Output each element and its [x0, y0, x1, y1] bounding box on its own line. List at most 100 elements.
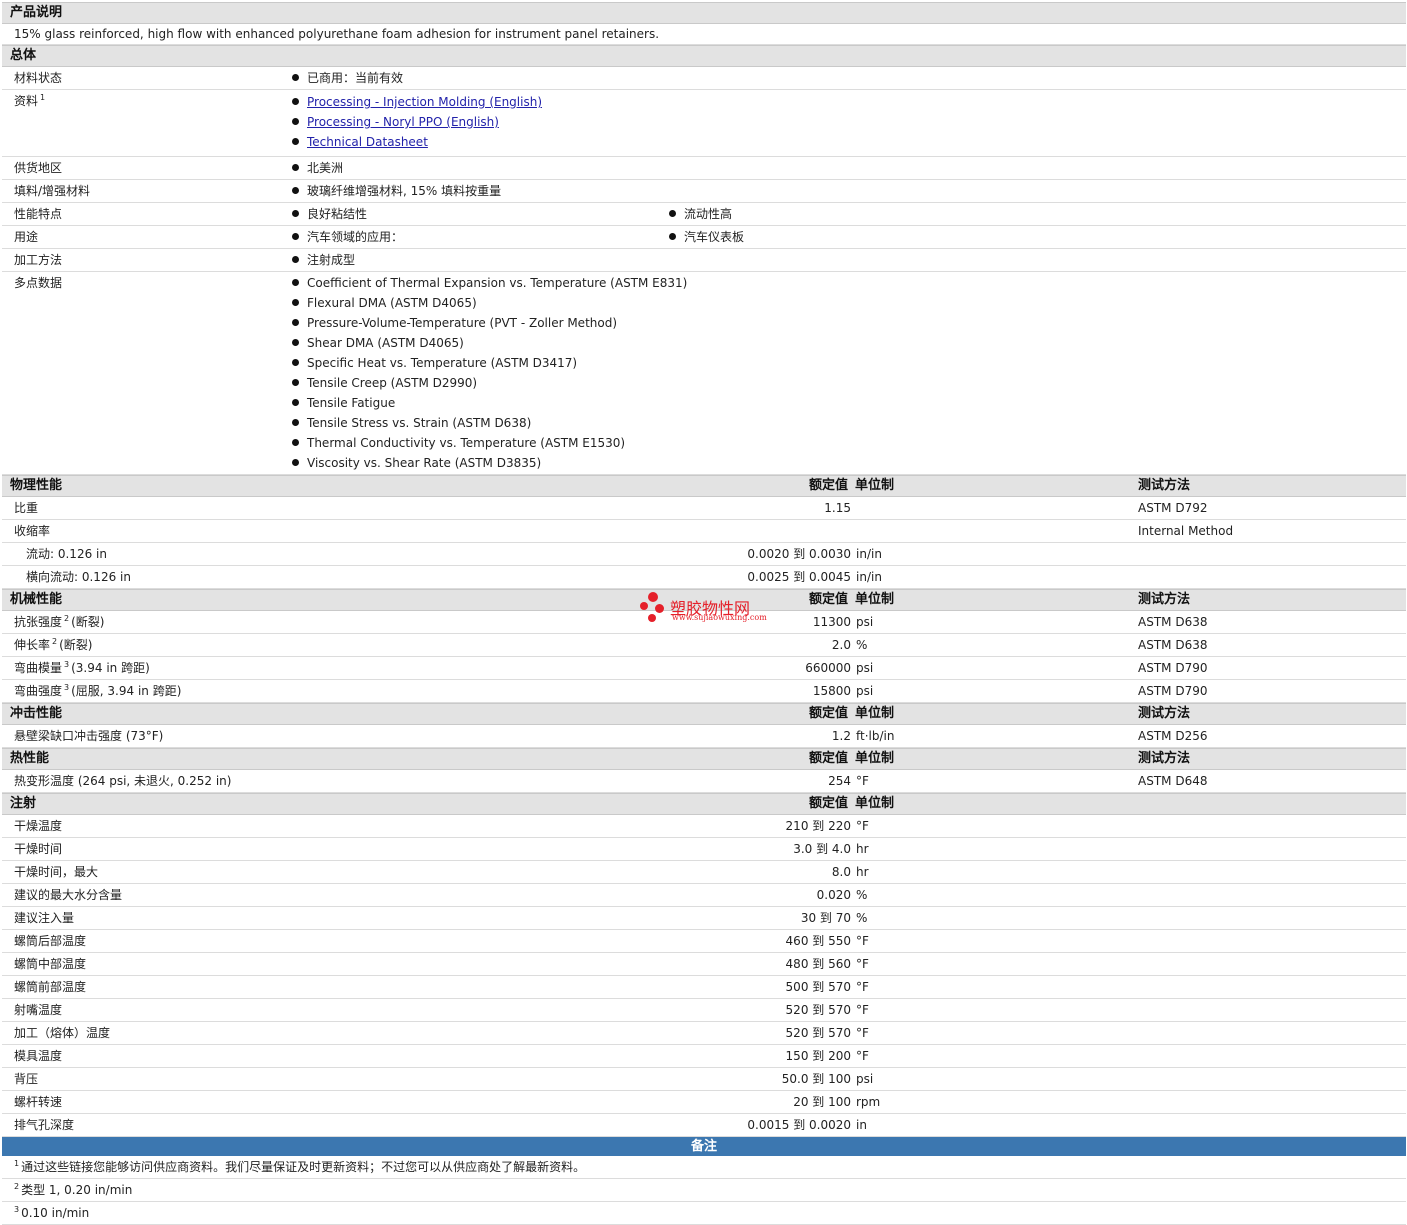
property-label: 背压 [14, 1072, 39, 1086]
bullet-icon [292, 138, 299, 145]
filler-value: 玻璃纤维增强材料, 15% 填料按重量 [307, 184, 502, 198]
col-header-value: 额定值 [808, 706, 848, 721]
property-unit: °F [856, 819, 869, 833]
property-unit: rpm [856, 1095, 881, 1109]
table-row: 横向流动: 0.126 in 0.0025 到 0.0045 in/in [2, 566, 1406, 589]
test-method: ASTM D648 [1138, 774, 1208, 788]
property-label: 收缩率 [14, 524, 51, 538]
multipoint-item: Specific Heat vs. Temperature (ASTM D341… [307, 356, 578, 370]
col-header-method: 测试方法 [1138, 592, 1191, 607]
col-header-value: 额定值 [808, 478, 848, 493]
logo-dot-icon [640, 602, 648, 610]
property-unit: °F [856, 1026, 869, 1040]
table-row: 流动: 0.126 in 0.0020 到 0.0030 in/in [2, 543, 1406, 566]
logo-dot-icon [655, 604, 664, 613]
description-row: 15% glass reinforced, high flow with enh… [2, 24, 1406, 45]
section-title: 注射 [10, 796, 37, 811]
note-number: 2 [14, 1182, 20, 1191]
doc-link-technical-datasheet[interactable]: Technical Datasheet [307, 135, 428, 149]
property-value: 1.2 [831, 729, 851, 743]
row-label: 用途 [14, 230, 39, 244]
property-label: 加工（熔体）温度 [14, 1026, 111, 1040]
bullet-icon [292, 359, 299, 366]
table-row: 螺筒后部温度 460 到 550 °F [2, 930, 1406, 953]
table-row: 加工（熔体）温度 520 到 570 °F [2, 1022, 1406, 1045]
property-label: 干燥时间，最大 [14, 865, 99, 879]
multipoint-item: Pressure-Volume-Temperature (PVT - Zolle… [307, 316, 618, 330]
note-row: 2 类型 1, 0.20 in/min [2, 1179, 1406, 1202]
doc-link-injection-molding[interactable]: Processing - Injection Molding (English) [307, 95, 542, 109]
multipoint-item: Tensile Fatigue [307, 396, 396, 410]
property-value: 150 到 200 [785, 1049, 851, 1063]
property-unit: psi [856, 615, 874, 629]
test-method: ASTM D790 [1138, 661, 1208, 675]
property-label: 热变形温度 (264 psi, 未退火, 0.252 in) [14, 774, 232, 788]
multipoint-item: Tensile Creep (ASTM D2990) [307, 376, 478, 390]
multipoint-item: Flexural DMA (ASTM D4065) [307, 296, 477, 310]
property-unit: % [856, 888, 868, 902]
note-row: 3 0.10 in/min [2, 1202, 1406, 1225]
table-row: 螺筒前部温度 500 到 570 °F [2, 976, 1406, 999]
test-method: ASTM D790 [1138, 684, 1208, 698]
bullet-icon [669, 210, 676, 217]
test-method: ASTM D638 [1138, 638, 1208, 652]
section-thermal: 热性能 额定值 单位制 测试方法 [2, 748, 1406, 770]
col-header-method: 测试方法 [1138, 478, 1191, 493]
table-row: 热变形温度 (264 psi, 未退火, 0.252 in) 254 °F ASTM … [2, 770, 1406, 793]
bullet-icon [669, 233, 676, 240]
row-label: 供货地区 [14, 161, 63, 175]
property-unit: psi [856, 661, 874, 675]
bullet-icon [292, 256, 299, 263]
bullet-icon [292, 299, 299, 306]
table-row: 螺杆转速 20 到 100 rpm [2, 1091, 1406, 1114]
property-value: 8.0 [831, 865, 851, 879]
row-material-status: 材料状态 已商用：当前有效 [2, 67, 1406, 90]
property-label: 螺杆转速 [14, 1095, 63, 1109]
table-row: 建议的最大水分含量 0.020% [2, 884, 1406, 907]
section-physical: 物理性能 额定值 单位制 测试方法 [2, 475, 1406, 497]
property-unit: °F [856, 1049, 869, 1063]
property-unit: hr [856, 842, 869, 856]
section-injection: 注射 额定值 单位制 [2, 793, 1406, 815]
property-unit: in/in [856, 547, 882, 561]
property-value: 0.0015 到 0.0020 [747, 1118, 851, 1132]
row-label: 多点数据 [14, 276, 63, 290]
bullet-icon [292, 279, 299, 286]
table-row: 比重 1.15 ASTM D792 [2, 497, 1406, 520]
property-label: 建议的最大水分含量 [14, 888, 123, 902]
row-filler: 填料/增强材料 玻璃纤维增强材料, 15% 填料按重量 [2, 180, 1406, 203]
property-unit: °F [856, 934, 869, 948]
table-row: 收缩率 Internal Method [2, 520, 1406, 543]
col-header-unit: 单位制 [855, 796, 895, 811]
bullet-icon [292, 187, 299, 194]
note-text: 通过这些链接您能够访问供应商资料。我们尽量保证及时更新资料；不过您可以从供应商处… [21, 1160, 586, 1174]
property-value: 460 到 550 [785, 934, 851, 948]
doc-link-noryl-ppo[interactable]: Processing - Noryl PPO (English) [307, 115, 499, 129]
property-value: 20 到 100 [793, 1095, 851, 1109]
bullet-icon [292, 98, 299, 105]
property-value: 11300 [812, 615, 851, 629]
property-value: 210 到 220 [785, 819, 851, 833]
section-title: 物理性能 [10, 478, 63, 493]
property-value: 254 [828, 774, 851, 788]
property-unit: psi [856, 1072, 874, 1086]
watermark-logo: 塑胶物性网 www.sujiaowuxing.com [640, 592, 780, 626]
property-label: 干燥时间 [14, 842, 63, 856]
table-row: 建议注入量 30 到 70% [2, 907, 1406, 930]
section-title: 机械性能 [10, 592, 63, 607]
col-header-unit: 单位制 [855, 478, 895, 493]
multipoint-item: Thermal Conductivity vs. Temperature (AS… [307, 436, 626, 450]
property-label: 伸长率 2 (断裂) [14, 637, 93, 652]
property-unit: °F [856, 980, 869, 994]
col-header-value: 额定值 [808, 592, 848, 607]
property-value: 660000 [805, 661, 851, 675]
property-unit: hr [856, 865, 869, 879]
row-label: 资料 1 [14, 93, 46, 108]
bullet-icon [292, 419, 299, 426]
table-row: 悬壁梁缺口冲击强度 (73°F) 1.2 ft·lb/in ASTM D256 [2, 725, 1406, 748]
feature-item: 良好粘结性 [307, 207, 368, 221]
property-unit: in/in [856, 570, 882, 584]
property-unit: ft·lb/in [856, 729, 895, 743]
bullet-icon [292, 74, 299, 81]
row-processing: 加工方法 注射成型 [2, 249, 1406, 272]
